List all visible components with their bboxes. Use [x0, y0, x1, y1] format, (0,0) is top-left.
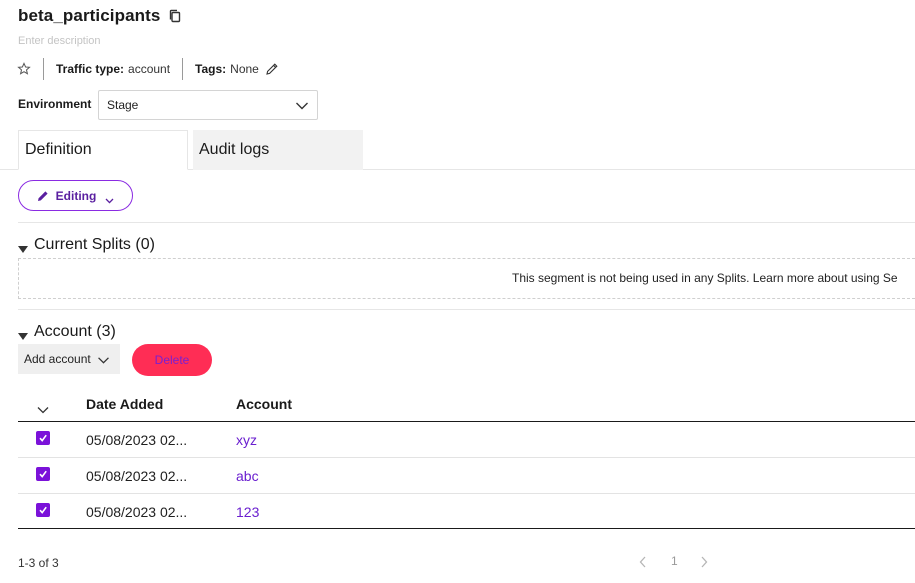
section-divider [18, 222, 915, 223]
row-checkbox[interactable] [36, 431, 50, 445]
pencil-icon[interactable] [265, 62, 279, 76]
select-all-chevron-icon[interactable] [37, 401, 49, 414]
description-field[interactable]: Enter description [18, 35, 101, 47]
checkmark-icon [39, 470, 47, 478]
row-divider [18, 493, 915, 494]
pagination-page-number[interactable]: 1 [671, 554, 678, 568]
column-header-account[interactable]: Account [236, 396, 292, 412]
tags-label: Tags: [195, 62, 227, 76]
chevron-down-icon [105, 193, 114, 204]
divider [182, 58, 184, 80]
chevron-down-icon [97, 354, 111, 364]
pencil-icon [37, 190, 49, 202]
traffic-type-label: Traffic type: [56, 62, 125, 76]
accounts-heading: Account (3) [34, 323, 116, 340]
row-divider [18, 457, 915, 458]
tab-definition[interactable]: Definition [18, 130, 188, 170]
divider [43, 58, 44, 80]
editing-mode-button[interactable]: Editing [18, 180, 133, 211]
row-checkbox[interactable] [36, 503, 50, 517]
row-date-added: 05/08/2023 02... [86, 468, 188, 484]
pagination-range: 1-3 of 3 [18, 556, 59, 570]
row-account-link[interactable]: 123 [236, 504, 259, 520]
tags-value: None [230, 62, 259, 76]
environment-label: Environment [18, 97, 92, 111]
accounts-toggle[interactable]: Account (3) [18, 323, 116, 341]
delete-button[interactable]: Delete [132, 344, 212, 376]
row-checkbox[interactable] [36, 467, 50, 481]
checkmark-icon [39, 506, 47, 514]
row-date-added: 05/08/2023 02... [86, 432, 188, 448]
current-splits-toggle[interactable]: Current Splits (0) [18, 236, 155, 254]
tab-audit-logs[interactable]: Audit logs [193, 130, 363, 170]
table-header-divider [18, 421, 915, 422]
chevron-down-icon [295, 100, 309, 110]
checkmark-icon [39, 434, 47, 442]
section-divider [18, 309, 915, 310]
title-row: beta_participants [18, 6, 182, 26]
environment-select[interactable]: Stage [98, 90, 318, 120]
traffic-type-value: account [128, 62, 171, 76]
chevron-left-icon[interactable] [637, 555, 649, 569]
add-account-label: Add account [24, 352, 91, 366]
star-icon[interactable] [17, 62, 31, 76]
triangle-down-icon [18, 328, 28, 340]
chevron-right-icon[interactable] [698, 555, 710, 569]
triangle-down-icon [18, 241, 28, 253]
current-splits-heading: Current Splits (0) [34, 236, 155, 253]
table-bottom-divider [18, 528, 915, 529]
add-account-dropdown[interactable]: Add account [18, 344, 120, 374]
editing-label: Editing [55, 188, 97, 203]
row-account-link[interactable]: abc [236, 468, 259, 484]
column-header-date-added[interactable]: Date Added [86, 396, 163, 412]
empty-splits-message: This segment is not being used in any Sp… [512, 271, 898, 285]
current-splits-empty-state: This segment is not being used in any Sp… [18, 258, 915, 299]
meta-row: Traffic type: account Tags: None [17, 58, 279, 80]
segment-detail-page: beta_participants Enter description Traf… [0, 0, 915, 583]
environment-selected-value: Stage [107, 98, 139, 112]
copy-icon[interactable] [168, 9, 182, 23]
row-date-added: 05/08/2023 02... [86, 504, 188, 520]
page-title: beta_participants [18, 6, 161, 25]
row-account-link[interactable]: xyz [236, 432, 257, 448]
